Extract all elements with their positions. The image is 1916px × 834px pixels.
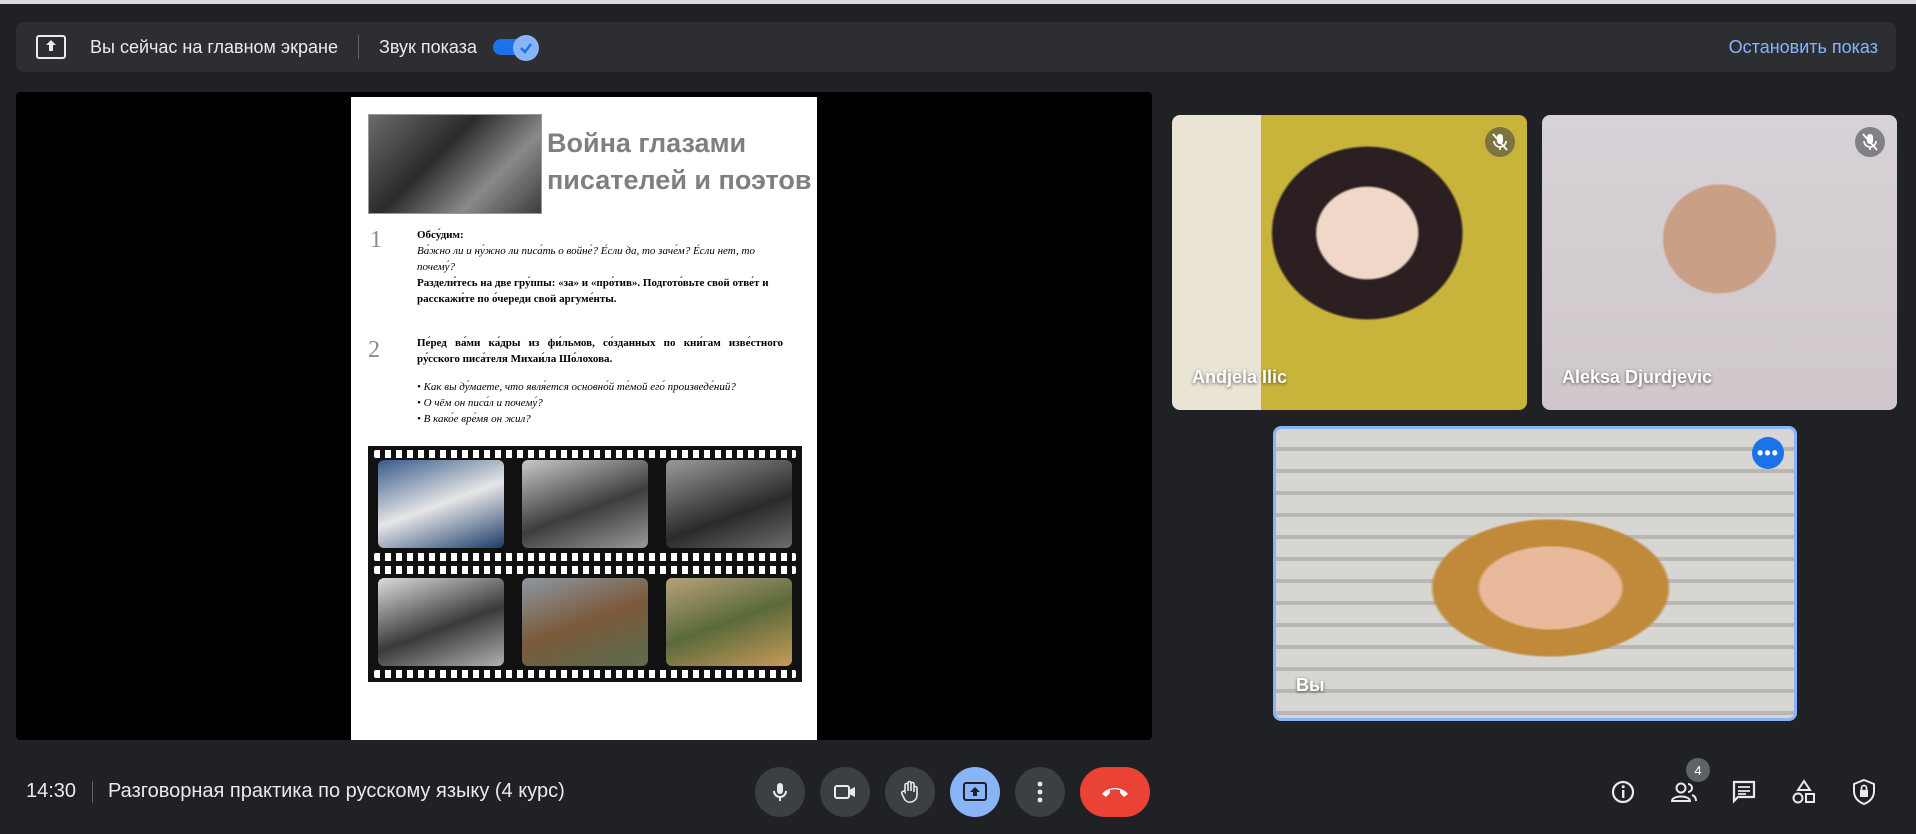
bottom-divider: [92, 781, 93, 803]
banner-divider: [357, 35, 359, 59]
activities-icon: [1792, 779, 1815, 804]
film-holes: [374, 670, 796, 678]
film-holes: [374, 450, 796, 458]
participants-count-badge: 4: [1686, 758, 1710, 782]
participant-tile[interactable]: Aleksa Djurdjevic: [1542, 115, 1897, 410]
film-frame: [522, 578, 648, 666]
camera-button[interactable]: [820, 767, 870, 817]
participant-name: Andjela Ilic: [1192, 367, 1288, 387]
film-frame: [522, 460, 648, 548]
chat-button[interactable]: [1726, 774, 1762, 810]
chat-icon: [1732, 780, 1756, 804]
stop-presenting-button[interactable]: Остановить показ: [1729, 37, 1878, 58]
mic-off-icon: [1855, 127, 1885, 157]
film-frame: [378, 460, 504, 548]
presented-slide: Война глазами писателей и поэтов 1 Обсу́…: [351, 97, 817, 740]
hand-icon: [900, 780, 918, 803]
section1-question: Ва́жно ли и ну́жно ли писа́ть о войне́? …: [417, 245, 755, 273]
presentation-area: Война глазами писателей и поэтов 1 Обсу́…: [16, 92, 1152, 740]
presenting-banner: Вы сейчас на главном экране Звук показа …: [16, 22, 1896, 72]
film-strip: [368, 446, 802, 682]
section-number: 2: [368, 337, 380, 363]
section1-heading: Обсу́дим:: [417, 229, 464, 241]
film-holes: [374, 566, 796, 574]
activities-button[interactable]: [1786, 774, 1822, 810]
people-icon: [1670, 782, 1697, 802]
self-tile[interactable]: ••• Вы: [1273, 426, 1797, 721]
check-icon: [512, 35, 539, 61]
present-screen-icon: [36, 35, 66, 59]
meeting-title: Разговорная практика по русскому языку (…: [108, 780, 565, 802]
more-options-button[interactable]: [1015, 767, 1065, 817]
film-holes: [374, 553, 796, 561]
end-call-icon: [1102, 788, 1128, 797]
top-edge: [0, 0, 1916, 4]
section2-intro-text: Пе́ред ва́ми ка́дры из фи́льмов, со́здан…: [417, 337, 783, 365]
participant-tile[interactable]: Andjela Ilic: [1172, 115, 1527, 410]
slide-title: Война глазами писателей и поэтов: [547, 128, 812, 195]
raise-hand-button[interactable]: [885, 767, 935, 817]
sound-label: Звук показа: [378, 36, 477, 57]
slide-photo: [368, 114, 542, 214]
section1-text: Обсу́дим: Ва́жно ли и ну́жно ли писа́ть …: [417, 227, 783, 307]
leave-call-button[interactable]: [1080, 767, 1150, 817]
film-frame: [666, 578, 792, 666]
host-controls-button[interactable]: [1846, 774, 1882, 810]
main-screen-text: Вы сейчас на главном экране: [90, 36, 338, 57]
microphone-icon: [773, 783, 787, 801]
participant-name: Вы: [1296, 675, 1325, 695]
meeting-details-button[interactable]: [1605, 774, 1641, 810]
more-options-icon[interactable]: •••: [1752, 437, 1784, 469]
section2-q2: • О чём он писа́л и почему́?: [417, 397, 543, 409]
camera-icon: [834, 785, 855, 799]
present-screen-icon: [963, 782, 987, 801]
microphone-button[interactable]: [755, 767, 805, 817]
info-icon: [1611, 780, 1635, 804]
mic-off-icon: [1485, 127, 1515, 157]
film-frame: [378, 578, 504, 666]
section1-task: Раздели́тесь на две гру́ппы: «за» и «про…: [417, 277, 769, 305]
section2-q1: • Как вы ду́маете, что явля́ется основно…: [417, 381, 736, 393]
participant-name: Aleksa Djurdjevic: [1562, 367, 1713, 387]
more-vertical-icon: [1037, 781, 1043, 803]
section-number: 1: [370, 227, 382, 253]
present-button[interactable]: [950, 767, 1000, 817]
film-frame: [666, 460, 792, 548]
section2-questions: • Как вы ду́маете, что явля́ется основно…: [417, 379, 783, 427]
section2-intro: Пе́ред ва́ми ка́дры из фи́льмов, со́здан…: [417, 335, 783, 367]
shield-lock-icon: [1853, 778, 1875, 806]
clock: 14:30: [26, 780, 77, 802]
sound-toggle[interactable]: [492, 35, 539, 61]
section2-q3: • В како́е вре́мя он жил?: [417, 413, 531, 425]
